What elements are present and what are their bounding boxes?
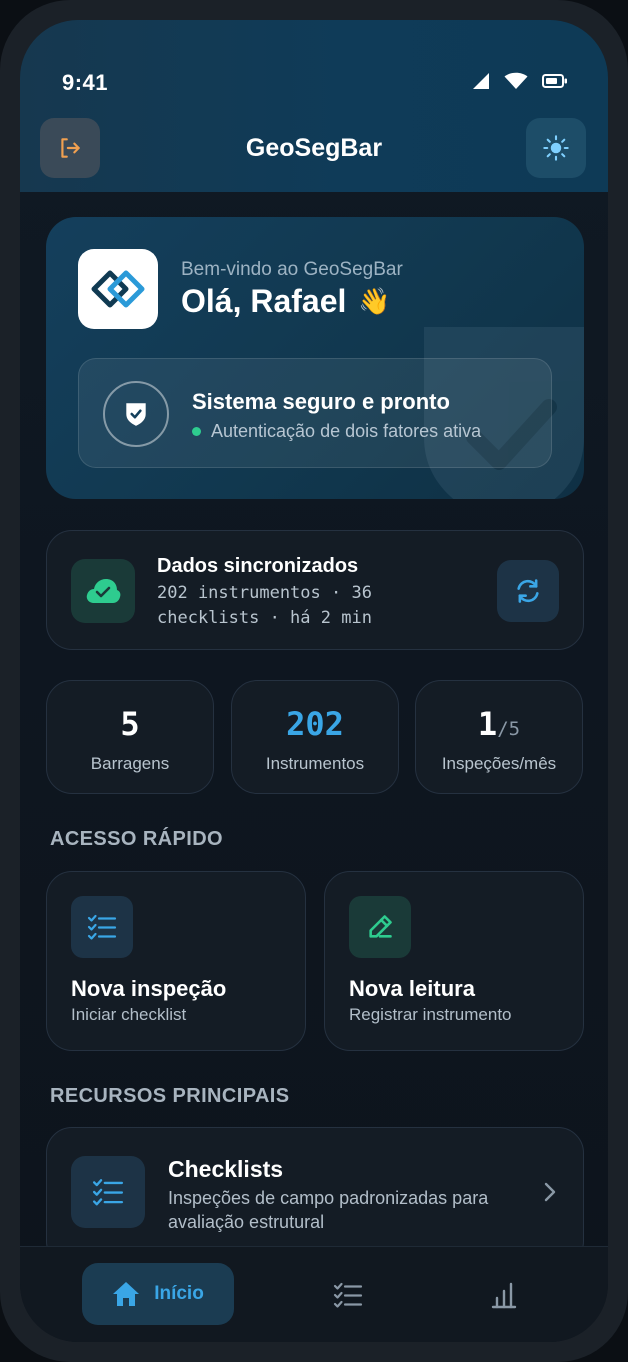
app-logo xyxy=(78,249,158,329)
quick-subtitle: Iniciar checklist xyxy=(71,1005,187,1024)
status-icons xyxy=(472,72,568,90)
sun-icon xyxy=(543,135,569,161)
stat-label: Instrumentos xyxy=(265,754,365,773)
quick-subtitle: Registrar instrumento xyxy=(349,1005,512,1024)
stat-value-of: /5 xyxy=(497,718,521,740)
home-icon xyxy=(113,1282,140,1306)
welcome-card: Bem-vindo ao GeoSegBar Olá, Rafael 👋 Sis… xyxy=(46,217,584,499)
bar-chart-icon xyxy=(491,1282,517,1309)
feature-description: Inspeções de campo padronizadas para ava… xyxy=(168,1188,489,1232)
screen: 9:41 GeoSegBar Bem-vindo ao GeoSegBar Ol… xyxy=(20,20,608,1342)
stat-card-inspecoes[interactable]: 1/5 Inspeções/mês xyxy=(415,680,583,794)
sync-status-icon-box xyxy=(71,559,135,623)
nav-label-home: Início xyxy=(154,1283,204,1304)
security-status: Autenticação de dois fatores ativa xyxy=(192,421,481,442)
greeting-row: Olá, Rafael 👋 xyxy=(181,283,391,320)
theme-toggle-button[interactable] xyxy=(526,118,586,178)
security-status-text: Autenticação de dois fatores ativa xyxy=(211,421,482,441)
pencil-icon xyxy=(369,915,392,938)
feature-icon-box xyxy=(71,1156,145,1228)
stat-value: 5 xyxy=(120,705,140,743)
stat-label: Barragens xyxy=(90,754,170,773)
sync-card: Dados sincronizados 202 instrumentos · 3… xyxy=(46,530,584,650)
features-title: RECURSOS PRINCIPAIS xyxy=(50,1085,290,1107)
nav-item-statistics[interactable] xyxy=(484,1279,524,1311)
status-time: 9:41 xyxy=(62,70,109,95)
app-title: GeoSegBar xyxy=(245,134,383,162)
nav-item-home[interactable]: Início xyxy=(82,1263,234,1325)
quick-icon-box xyxy=(71,896,133,958)
checklist-icon xyxy=(92,1179,124,1206)
stat-value-row: 1/5 xyxy=(416,705,582,743)
quick-title: Nova inspeção xyxy=(71,976,227,1001)
stat-value: 1 xyxy=(477,705,498,743)
cloud-check-icon xyxy=(86,579,121,603)
sync-subtitle: 202 instrumentos · 36 checklists · há 2 … xyxy=(157,583,372,628)
welcome-text: Bem-vindo ao GeoSegBar xyxy=(181,259,403,280)
status-bar: 9:41 xyxy=(20,66,608,96)
sync-title: Dados sincronizados xyxy=(157,555,359,577)
refresh-icon xyxy=(517,579,539,603)
new-reading-card[interactable]: Nova leitura Registrar instrumento xyxy=(324,871,584,1051)
phone-frame: 9:41 GeoSegBar Bem-vindo ao GeoSegBar Ol… xyxy=(0,0,628,1362)
checklist-icon xyxy=(87,914,117,940)
new-inspection-card[interactable]: Nova inspeção Iniciar checklist xyxy=(46,871,306,1051)
chevron-right-icon xyxy=(544,1182,556,1202)
status-dot xyxy=(192,427,201,436)
checklist-icon xyxy=(333,1282,363,1308)
feature-title: Checklists xyxy=(168,1156,284,1182)
logo-icon xyxy=(91,270,145,308)
wifi-icon xyxy=(504,72,528,89)
stat-label: Inspeções/mês xyxy=(441,754,557,773)
cellular-signal-icon xyxy=(473,73,489,89)
quick-access-title: ACESSO RÁPIDO xyxy=(50,828,224,850)
battery-icon xyxy=(542,74,567,88)
wave-emoji: 👋 xyxy=(358,286,391,316)
nav-item-checklists[interactable] xyxy=(328,1279,368,1311)
greeting-text: Olá, Rafael xyxy=(181,283,347,319)
security-status-box: Sistema seguro e pronto Autenticação de … xyxy=(78,358,552,468)
quick-title: Nova leitura xyxy=(349,976,475,1001)
app-bar: GeoSegBar xyxy=(20,118,608,180)
bottom-navigation: Início xyxy=(20,1246,608,1342)
refresh-button[interactable] xyxy=(497,560,559,622)
shield-check-icon xyxy=(126,403,146,426)
quick-icon-box xyxy=(349,896,411,958)
security-icon-ring xyxy=(103,381,169,447)
security-title: Sistema seguro e pronto xyxy=(192,389,450,414)
stat-card-barragens[interactable]: 5 Barragens xyxy=(46,680,214,794)
stat-value: 202 xyxy=(286,705,344,743)
stat-card-instrumentos[interactable]: 202 Instrumentos xyxy=(231,680,399,794)
